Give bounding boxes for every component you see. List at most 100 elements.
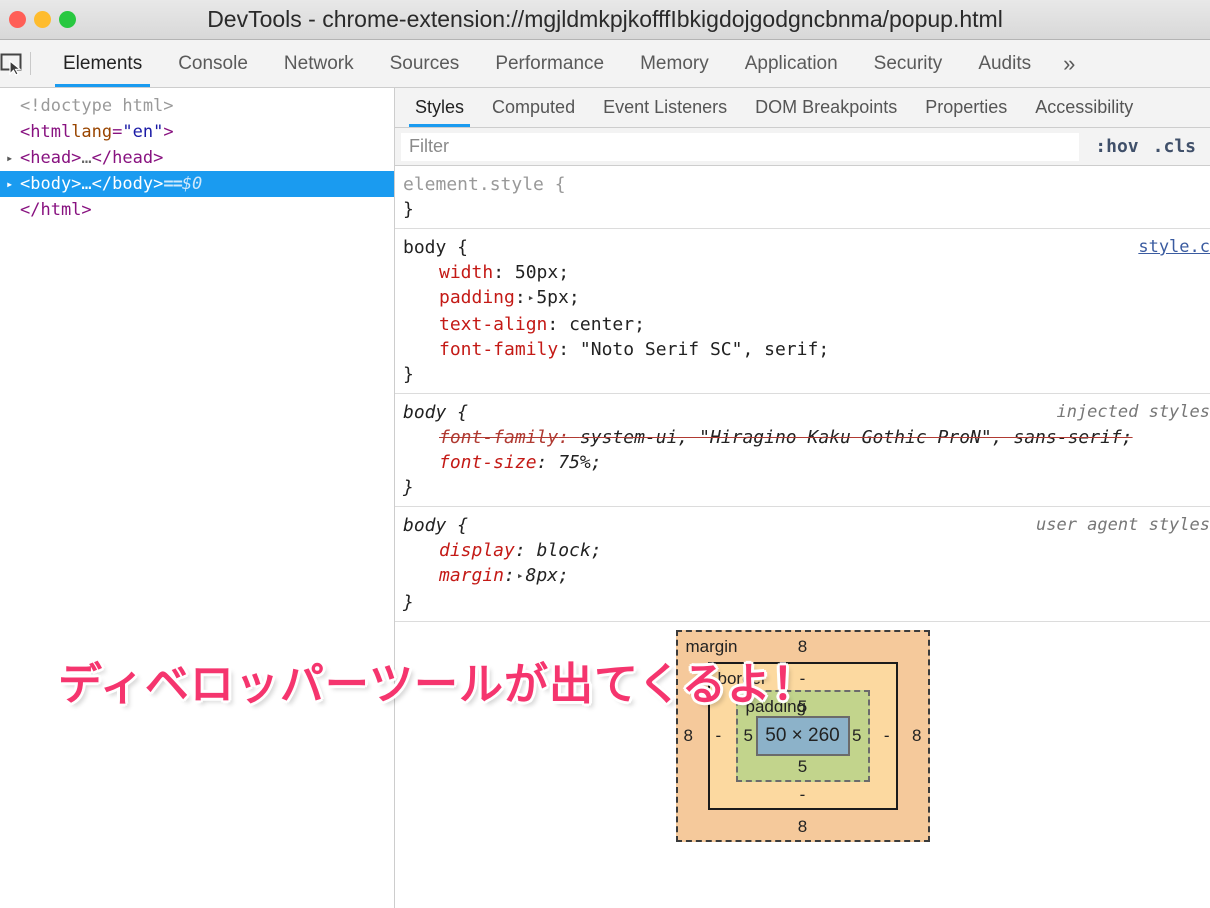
margin-left-value[interactable]: 8 bbox=[684, 726, 693, 746]
close-window-button[interactable] bbox=[9, 11, 26, 28]
devtools-window: DevTools - chrome-extension://mgjldmkpjk… bbox=[0, 0, 1210, 908]
dom-tree-row[interactable]: ▸<html lang="en"> bbox=[0, 119, 394, 145]
css-property-value[interactable]: center; bbox=[569, 314, 645, 335]
css-property-value[interactable]: 50px; bbox=[515, 262, 569, 283]
css-property-value[interactable]: 5px; bbox=[536, 287, 579, 308]
tab-label: Application bbox=[744, 52, 838, 74]
dom-tree-row[interactable]: ▸ <body>… </body> == $0 bbox=[0, 171, 394, 197]
minimize-window-button[interactable] bbox=[34, 11, 51, 28]
css-rule-closing-brace: } bbox=[403, 477, 414, 498]
dom-tree-row[interactable]: ▸ <head>… </head> bbox=[0, 145, 394, 171]
css-declaration[interactable]: font-family: "Noto Serif SC", serif; bbox=[403, 337, 1210, 362]
tab-elements[interactable]: Elements bbox=[45, 40, 160, 87]
css-colon: : bbox=[514, 287, 526, 308]
css-declaration[interactable]: width: 50px; bbox=[403, 260, 1210, 285]
css-declaration[interactable]: padding: ▸ 5px; bbox=[403, 285, 1210, 312]
styles-toggle-buttons: :hov .cls bbox=[1079, 136, 1204, 157]
dom-tree-row[interactable]: ▸</html> bbox=[0, 197, 394, 223]
css-selector[interactable]: body { bbox=[403, 513, 468, 538]
zoom-window-button[interactable] bbox=[59, 11, 76, 28]
css-property-name[interactable]: font-size bbox=[439, 452, 537, 473]
css-declaration[interactable]: text-align: center; bbox=[403, 312, 1210, 337]
margin-bottom-value[interactable]: 8 bbox=[678, 817, 928, 837]
inspect-element-icon bbox=[0, 53, 22, 76]
box-model-border[interactable]: border - - - - padding 5 5 5 5 50 × 260 bbox=[707, 662, 898, 810]
css-selector[interactable]: body { bbox=[403, 235, 468, 260]
css-rule[interactable]: body {user agent styles display: block; ma… bbox=[395, 507, 1210, 622]
subtab-computed[interactable]: Computed bbox=[478, 88, 589, 127]
css-property-name[interactable]: margin bbox=[439, 565, 504, 586]
css-property-name[interactable]: display bbox=[439, 540, 515, 561]
cls-toggle-button[interactable]: .cls bbox=[1153, 136, 1196, 157]
dom-token: == bbox=[163, 174, 183, 194]
box-model-margin[interactable]: margin 8 8 8 8 border - - - - padding 5 bbox=[675, 630, 930, 842]
css-property-name[interactable]: width bbox=[439, 262, 493, 283]
tab-performance[interactable]: Performance bbox=[477, 40, 622, 87]
tab-console[interactable]: Console bbox=[160, 40, 266, 87]
subtab-label: DOM Breakpoints bbox=[755, 97, 898, 117]
inspect-element-button[interactable] bbox=[0, 40, 30, 87]
dom-token: "en" bbox=[122, 122, 164, 142]
css-property-value[interactable]: "Noto Serif SC", serif; bbox=[580, 339, 829, 360]
padding-bottom-value[interactable]: 5 bbox=[738, 757, 868, 777]
subtab-dom-breakpoints[interactable]: DOM Breakpoints bbox=[741, 88, 911, 127]
subtab-event-listeners[interactable]: Event Listeners bbox=[589, 88, 741, 127]
css-rule[interactable]: body {injected styles font-family: system… bbox=[395, 394, 1210, 507]
css-rule[interactable]: element.style {} bbox=[395, 166, 1210, 229]
more-tabs-button[interactable]: » bbox=[1049, 40, 1089, 87]
padding-right-value[interactable]: 5 bbox=[852, 726, 861, 746]
shorthand-expander-icon[interactable]: ▸ bbox=[515, 563, 526, 588]
border-right-value[interactable]: - bbox=[884, 726, 890, 746]
dom-tree-panel: ▸<!doctype html>▸<html lang="en">▸<head>… bbox=[0, 88, 395, 908]
css-property-name[interactable]: font-family bbox=[439, 427, 558, 448]
css-declaration[interactable]: font-size: 75%; bbox=[403, 450, 1210, 475]
subtab-label: Properties bbox=[925, 97, 1008, 117]
css-selector[interactable]: body { bbox=[403, 400, 468, 425]
css-property-name[interactable]: padding bbox=[439, 287, 515, 308]
subtab-properties[interactable]: Properties bbox=[911, 88, 1021, 127]
dom-token: </body> bbox=[91, 174, 164, 194]
css-property-name[interactable]: font-family bbox=[439, 339, 558, 360]
box-model-content[interactable]: 50 × 260 bbox=[755, 716, 850, 756]
hov-toggle-button[interactable]: :hov bbox=[1095, 136, 1138, 157]
tab-audits[interactable]: Audits bbox=[960, 40, 1049, 87]
disclosure-triangle-icon[interactable]: ▸ bbox=[6, 145, 20, 171]
shorthand-expander-icon[interactable]: ▸ bbox=[526, 285, 537, 310]
dom-tree[interactable]: ▸<!doctype html>▸<html lang="en">▸<head>… bbox=[0, 88, 394, 223]
tab-memory[interactable]: Memory bbox=[622, 40, 727, 87]
dom-tree-row[interactable]: ▸<!doctype html> bbox=[0, 93, 394, 119]
dom-token: = bbox=[112, 122, 123, 142]
css-property-name[interactable]: text-align bbox=[439, 314, 547, 335]
css-selector[interactable]: element.style { bbox=[403, 172, 566, 197]
box-model-padding[interactable]: padding 5 5 5 5 50 × 260 bbox=[735, 690, 870, 782]
css-colon: : bbox=[547, 314, 559, 335]
tab-security[interactable]: Security bbox=[856, 40, 961, 87]
border-left-value[interactable]: - bbox=[716, 726, 722, 746]
css-property-value[interactable]: 75%; bbox=[558, 452, 601, 473]
padding-left-value[interactable]: 5 bbox=[744, 726, 753, 746]
subtab-accessibility[interactable]: Accessibility bbox=[1021, 88, 1147, 127]
padding-top-value[interactable]: 5 bbox=[738, 697, 868, 717]
css-declaration[interactable]: font-family: system-ui, "Hiragino Kaku G… bbox=[403, 425, 1210, 450]
subtab-styles[interactable]: Styles bbox=[401, 88, 478, 127]
dom-token: $0 bbox=[181, 174, 203, 194]
css-property-value[interactable]: system-ui, "Hiragino Kaku Gothic ProN", … bbox=[580, 427, 1133, 448]
border-bottom-value[interactable]: - bbox=[710, 785, 896, 805]
tab-application[interactable]: Application bbox=[727, 40, 856, 87]
css-property-value[interactable]: block; bbox=[537, 540, 602, 561]
margin-right-value[interactable]: 8 bbox=[912, 726, 921, 746]
tab-sources[interactable]: Sources bbox=[372, 40, 478, 87]
css-property-value[interactable]: 8px; bbox=[526, 565, 569, 586]
border-top-value[interactable]: - bbox=[710, 669, 896, 689]
filter-input[interactable] bbox=[401, 132, 1080, 161]
tab-network[interactable]: Network bbox=[266, 40, 372, 87]
margin-top-value[interactable]: 8 bbox=[678, 637, 928, 657]
css-colon: : bbox=[536, 452, 548, 473]
disclosure-triangle-icon[interactable]: ▸ bbox=[6, 171, 20, 197]
css-declaration[interactable]: display: block; bbox=[403, 538, 1210, 563]
stylesheet-link[interactable]: style.c bbox=[1138, 235, 1210, 260]
dom-token: > bbox=[163, 122, 174, 142]
css-rule[interactable]: body {style.c width: 50px; padding: ▸ 5px; te… bbox=[395, 229, 1210, 394]
css-declaration[interactable]: margin: ▸ 8px; bbox=[403, 563, 1210, 590]
chevron-double-right-icon: » bbox=[1063, 50, 1076, 76]
